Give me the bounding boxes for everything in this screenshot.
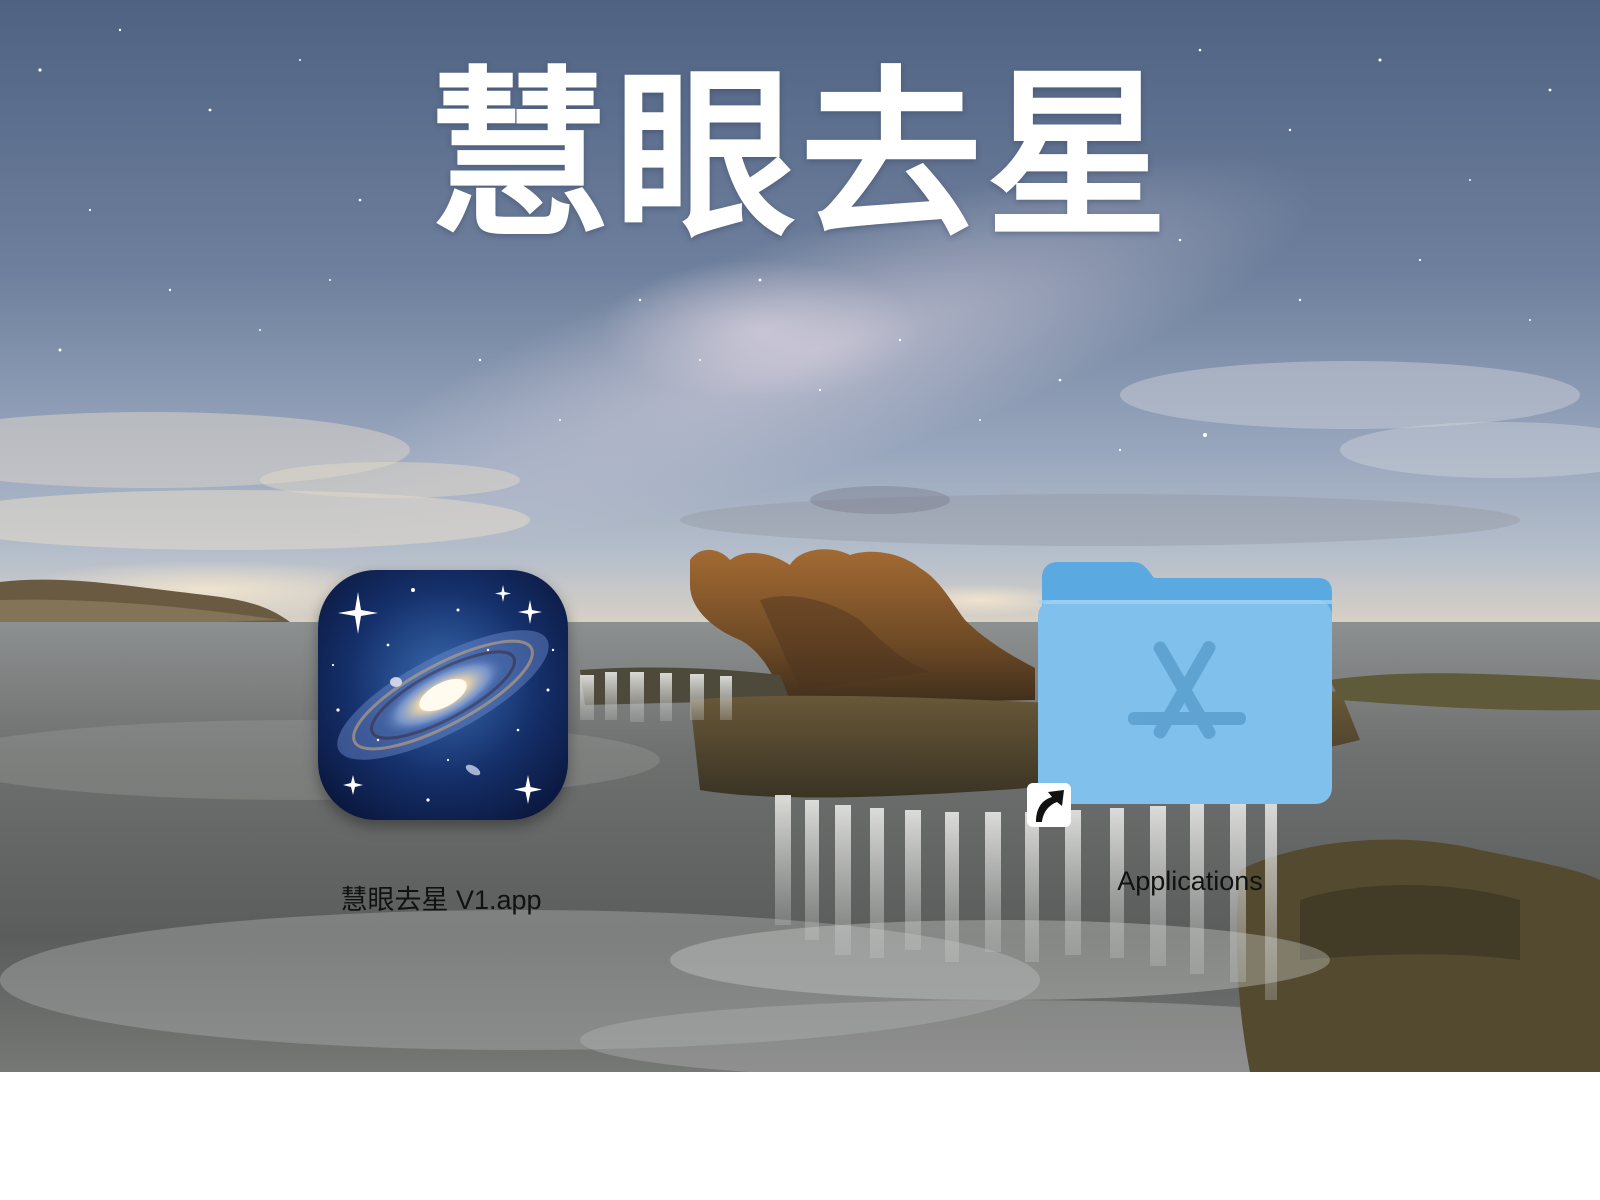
applications-folder-icon[interactable] xyxy=(1036,560,1334,808)
applications-folder-label[interactable]: Applications xyxy=(1020,866,1360,897)
window-bottom-area xyxy=(0,1072,1600,1200)
applications-folder-alias[interactable]: Applications xyxy=(1020,560,1340,910)
app-bundle-item[interactable]: 慧眼去星 V1.app xyxy=(296,560,586,930)
galaxy-app-icon[interactable] xyxy=(318,570,568,820)
app-bundle-label[interactable]: 慧眼去星 V1.app xyxy=(296,878,586,917)
dmg-installer-window: 慧眼去星 慧眼去星 V1.app Applications xyxy=(0,0,1600,1200)
app-title-banner: 慧眼去星 xyxy=(428,48,1172,262)
alias-arrow-icon xyxy=(1026,782,1072,828)
